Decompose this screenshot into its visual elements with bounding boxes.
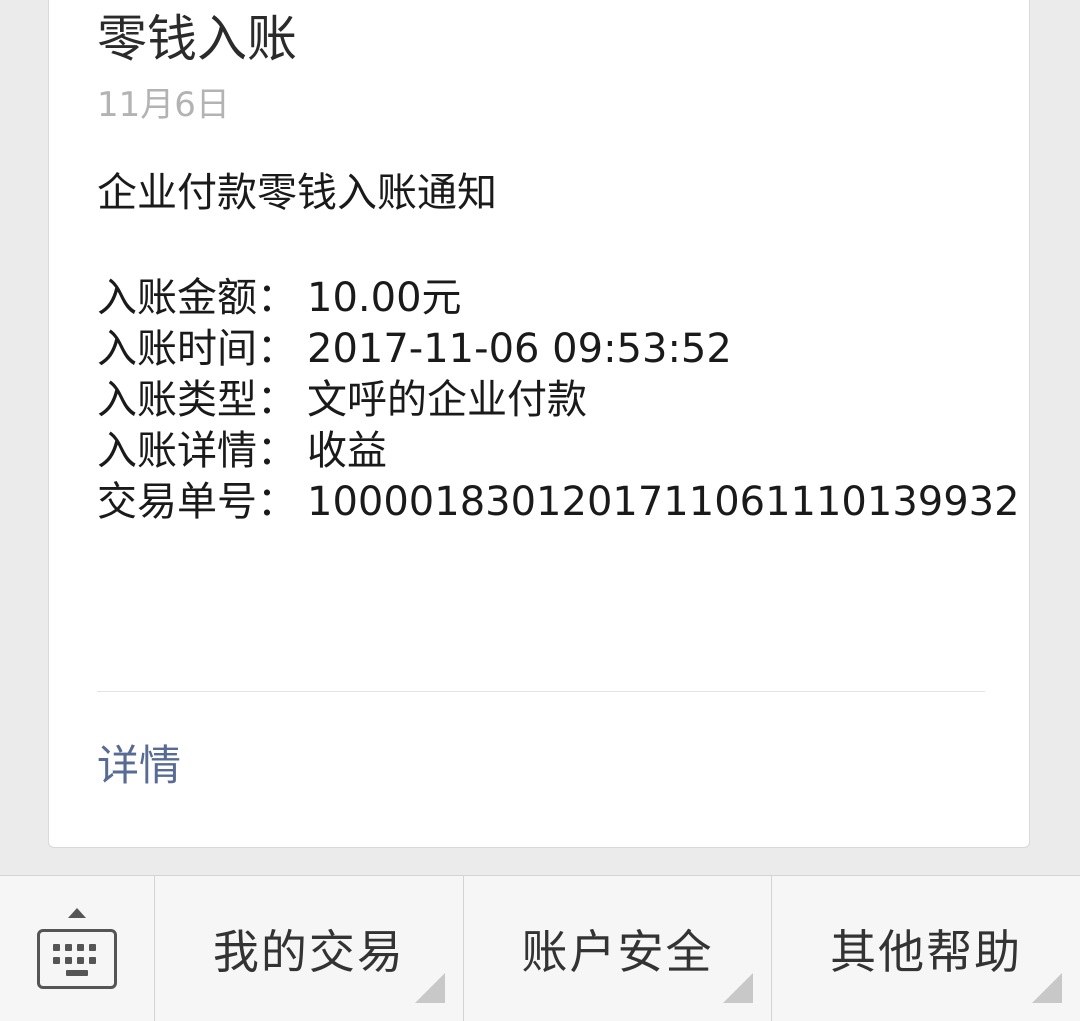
menu-other-help[interactable]: 其他帮助 xyxy=(772,876,1080,1021)
field-label: 入账时间： xyxy=(97,326,297,372)
field-row-detail: 入账详情： 收益 xyxy=(97,426,1020,477)
detail-link[interactable]: 详情 xyxy=(97,739,181,793)
key xyxy=(65,957,72,964)
field-row-time: 入账时间： 2017-11-06 09:53:52 xyxy=(97,324,1020,375)
field-list: 入账金额： 10.00元 入账时间： 2017-11-06 09:53:52 入… xyxy=(97,273,1020,528)
menu-label: 其他帮助 xyxy=(830,924,1023,979)
arrow-up-icon xyxy=(68,908,86,918)
field-label: 交易单号： xyxy=(97,479,297,525)
card-title: 零钱入账 xyxy=(97,10,297,68)
space-key xyxy=(66,970,88,976)
menu-my-transactions[interactable]: 我的交易 xyxy=(155,876,464,1021)
field-row-amount: 入账金额： 10.00元 xyxy=(97,273,1020,324)
menu-label: 我的交易 xyxy=(212,924,405,979)
field-row-type: 入账类型： 文呼的企业付款 xyxy=(97,375,1020,426)
menu-label: 账户安全 xyxy=(521,924,714,979)
chat-page: 零钱入账 11月6日 企业付款零钱入账通知 入账金额： 10.00元 入账时间：… xyxy=(0,0,1080,1021)
keyboard-toggle-button[interactable] xyxy=(0,876,155,1021)
keyboard-icon xyxy=(37,929,117,989)
field-value: 1000018301201711061110139932 xyxy=(307,479,1020,525)
field-label: 入账类型： xyxy=(97,377,297,423)
field-value: 2017-11-06 09:53:52 xyxy=(307,326,732,372)
key xyxy=(53,944,60,951)
submenu-indicator-icon xyxy=(723,973,754,1003)
key xyxy=(65,944,72,951)
field-value: 文呼的企业付款 xyxy=(307,377,587,423)
bottom-menu-bar: 我的交易 账户安全 其他帮助 xyxy=(0,875,1080,1021)
key xyxy=(77,944,84,951)
key xyxy=(53,957,60,964)
key xyxy=(77,957,84,964)
field-value: 10.00元 xyxy=(307,275,462,321)
field-label: 入账金额： xyxy=(97,275,297,321)
message-card: 零钱入账 11月6日 企业付款零钱入账通知 入账金额： 10.00元 入账时间：… xyxy=(48,0,1030,848)
card-heading: 企业付款零钱入账通知 xyxy=(97,170,497,216)
menu-account-security[interactable]: 账户安全 xyxy=(464,876,773,1021)
key xyxy=(89,957,96,964)
submenu-indicator-icon xyxy=(1032,973,1063,1003)
key xyxy=(89,944,96,951)
submenu-indicator-icon xyxy=(414,973,445,1003)
card-date: 11月6日 xyxy=(97,85,230,125)
field-row-transaction-id: 交易单号： 1000018301201711061110139932 xyxy=(97,477,1020,528)
field-label: 入账详情： xyxy=(97,428,297,474)
card-divider xyxy=(97,691,985,692)
field-value: 收益 xyxy=(307,428,387,474)
